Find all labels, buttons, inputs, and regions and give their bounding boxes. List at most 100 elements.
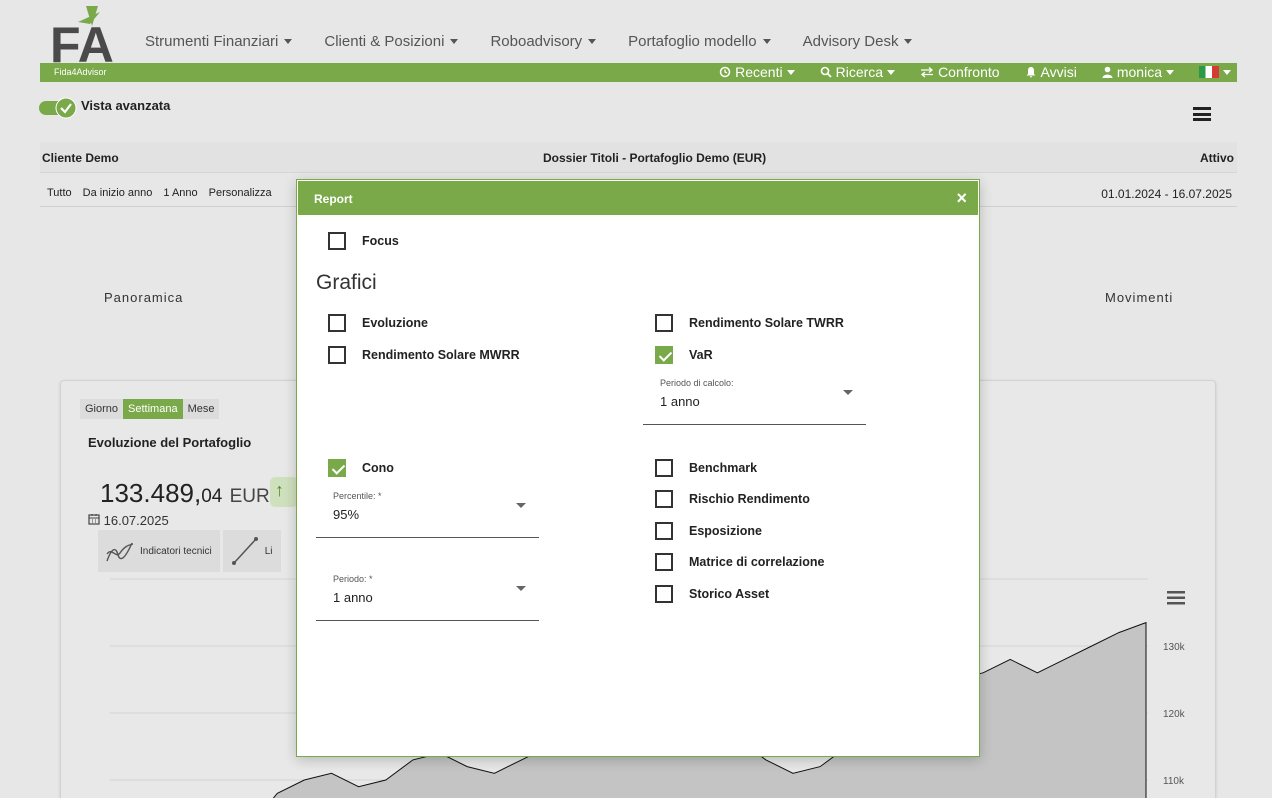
checkbox-box-checked[interactable]	[655, 346, 673, 364]
nav-label: Roboadvisory	[490, 33, 583, 50]
checkbox-box-checked[interactable]	[328, 459, 346, 477]
checkbox-label: VaR	[689, 348, 713, 362]
caret-down-icon	[1223, 69, 1231, 75]
checkbox-box[interactable]	[655, 522, 673, 540]
tab-settimana[interactable]: Settimana	[123, 399, 183, 419]
checkbox-box[interactable]	[655, 459, 673, 477]
main-nav: Strumenti Finanziari Clienti & Posizioni…	[145, 33, 913, 50]
checkbox-matrice-correlazione[interactable]: Matrice di correlazione	[655, 553, 824, 571]
checkbox-cono[interactable]: Cono	[328, 459, 394, 477]
change-badge: ↑	[270, 477, 298, 507]
checkbox-label: Rendimento Solare MWRR	[362, 348, 520, 362]
bell-icon	[1026, 67, 1036, 78]
modal-title: Report	[314, 192, 353, 206]
checkbox-focus[interactable]: Focus	[328, 232, 399, 250]
checkbox-label: Focus	[362, 234, 399, 248]
checkbox-label: Esposizione	[689, 524, 762, 538]
caret-down-icon	[762, 39, 771, 44]
close-icon[interactable]: ×	[956, 189, 967, 207]
checkbox-storico-asset[interactable]: Storico Asset	[655, 585, 769, 603]
user-icon	[1102, 66, 1113, 78]
periodo-select[interactable]: Periodo: * 1 anno	[316, 574, 539, 621]
recenti-label: Recenti	[735, 64, 783, 80]
checkbox-rischio-rendimento[interactable]: Rischio Rendimento	[655, 490, 810, 508]
granularity-tabs: Giorno Settimana Mese	[80, 399, 220, 419]
section-panoramica[interactable]: Panoramica	[104, 290, 183, 305]
tab-mese[interactable]: Mese	[182, 399, 220, 419]
nav-label: Portafoglio modello	[628, 33, 757, 50]
checkbox-box[interactable]	[655, 585, 673, 603]
select-label: Periodo di calcolo:	[660, 378, 734, 388]
brand-name: Fida4Advisor	[54, 67, 107, 77]
report-modal: Report × Focus Grafici Evoluzione Rendim…	[296, 179, 980, 757]
caret-down-icon	[887, 69, 896, 75]
dossier-header: Cliente Demo Dossier Titoli - Portafogli…	[40, 142, 1237, 173]
period-1y[interactable]: 1 Anno	[163, 187, 197, 199]
select-value: 95%	[333, 507, 360, 522]
checkbox-label: Evoluzione	[362, 316, 428, 330]
nav-strumenti-finanziari[interactable]: Strumenti Finanziari	[145, 33, 293, 50]
period-tutto[interactable]: Tutto	[47, 187, 72, 199]
section-movimenti[interactable]: Movimenti	[1105, 290, 1173, 305]
indicators-label: Indicatori tecnici	[140, 545, 212, 557]
period-ytd[interactable]: Da inizio anno	[83, 187, 153, 199]
confronto-label: Confronto	[938, 64, 1000, 80]
client-name: Cliente Demo	[42, 151, 119, 165]
dossier-name: Dossier Titoli - Portafoglio Demo (EUR)	[543, 151, 767, 165]
avvisi-link[interactable]: Avvisi	[1025, 64, 1077, 80]
portfolio-value: 133.489,04 EUR	[100, 478, 270, 509]
value-date: 16.07.2025	[88, 513, 169, 528]
ricerca-label: Ricerca	[835, 64, 884, 80]
dropdown-arrow-icon	[516, 503, 526, 508]
calendar-icon	[88, 514, 100, 525]
checkbox-box[interactable]	[328, 314, 346, 332]
modal-header: Report ×	[298, 181, 978, 215]
date-range: 01.01.2024 - 16.07.2025	[1101, 187, 1232, 201]
checkbox-rendimento-mwrr[interactable]: Rendimento Solare MWRR	[328, 346, 520, 364]
advanced-view-label: Vista avanzata	[81, 98, 171, 113]
confronto-link[interactable]: Confronto	[920, 64, 1000, 80]
checkbox-benchmark[interactable]: Benchmark	[655, 459, 757, 477]
nav-portafoglio-modello[interactable]: Portafoglio modello	[628, 33, 771, 50]
search-icon	[820, 66, 832, 78]
secondary-nav: Recenti Ricerca Confronto Avvisi monica	[719, 64, 1231, 80]
chart-menu-icon[interactable]	[1167, 591, 1185, 605]
period-selector: Tutto Da inizio anno 1 Anno Personalizza	[47, 187, 272, 199]
checkbox-box[interactable]	[655, 553, 673, 571]
user-menu[interactable]: monica	[1102, 64, 1174, 80]
value-currency: EUR	[229, 486, 270, 507]
nav-clienti-posizioni[interactable]: Clienti & Posizioni	[324, 33, 459, 50]
var-period-select[interactable]: Periodo di calcolo: 1 anno	[643, 378, 866, 425]
ricerca-menu[interactable]: Ricerca	[820, 64, 896, 80]
hamburger-menu-icon[interactable]	[1193, 107, 1211, 121]
exchange-icon	[921, 67, 934, 78]
select-value: 1 anno	[333, 590, 373, 605]
lines-label: Li	[264, 545, 273, 557]
recenti-menu[interactable]: Recenti	[719, 64, 795, 80]
checkbox-esposizione[interactable]: Esposizione	[655, 522, 762, 540]
percentile-select[interactable]: Percentile: * 95%	[316, 491, 539, 538]
checkbox-label: Rendimento Solare TWRR	[689, 316, 844, 330]
tab-giorno[interactable]: Giorno	[80, 399, 124, 419]
nav-advisory-desk[interactable]: Advisory Desk	[803, 33, 913, 50]
checkbox-label: Cono	[362, 461, 394, 475]
nav-label: Advisory Desk	[802, 33, 899, 50]
checkbox-label: Storico Asset	[689, 587, 770, 601]
period-custom[interactable]: Personalizza	[209, 187, 272, 199]
checkbox-box[interactable]	[328, 346, 346, 364]
nav-roboadvisory[interactable]: Roboadvisory	[490, 33, 597, 50]
italian-flag-icon	[1199, 66, 1219, 78]
checkbox-rendimento-twrr[interactable]: Rendimento Solare TWRR	[655, 314, 844, 332]
advanced-view-toggle[interactable]	[38, 97, 78, 119]
checkbox-label: Rischio Rendimento	[689, 492, 810, 506]
y-tick-label: 130k	[1163, 642, 1186, 653]
language-menu[interactable]	[1199, 64, 1231, 80]
checkbox-evoluzione[interactable]: Evoluzione	[328, 314, 428, 332]
checkbox-var[interactable]: VaR	[655, 346, 713, 364]
checkbox-box[interactable]	[655, 314, 673, 332]
nav-label: Strumenti Finanziari	[145, 33, 279, 50]
checkbox-box[interactable]	[655, 490, 673, 508]
dropdown-arrow-icon	[843, 390, 853, 395]
checkbox-box[interactable]	[328, 232, 346, 250]
history-icon	[719, 66, 731, 78]
